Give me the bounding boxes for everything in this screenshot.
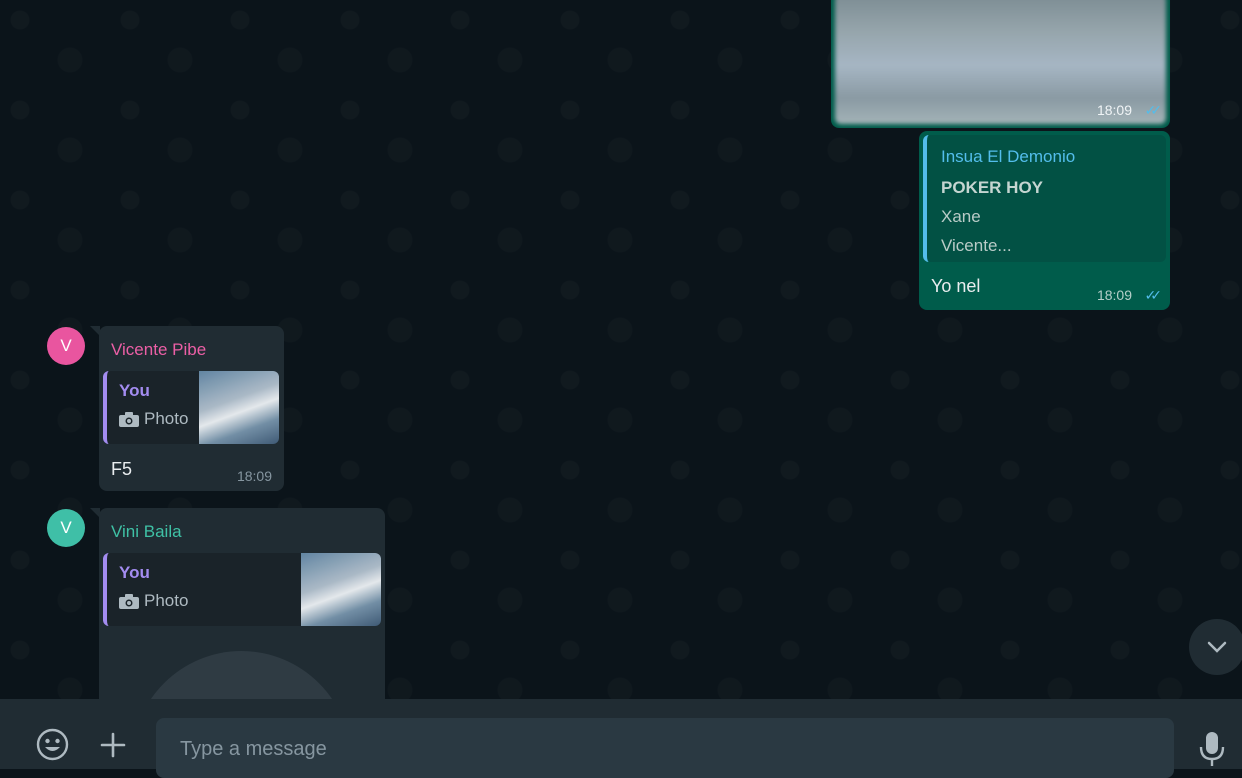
chevron-down-icon bbox=[1207, 641, 1227, 653]
sticker-placeholder[interactable] bbox=[132, 651, 351, 699]
message-text: Yo nel bbox=[931, 276, 981, 296]
outgoing-photo-message[interactable]: 18:09 ✓✓ bbox=[831, 0, 1170, 128]
quoted-author: You bbox=[119, 563, 150, 582]
emoji-icon[interactable] bbox=[36, 728, 69, 761]
message-time: 18:09 bbox=[1096, 102, 1132, 118]
message-time: 18:09 bbox=[1096, 287, 1132, 303]
plus-icon[interactable] bbox=[100, 732, 126, 758]
double-check-read-icon: ✓✓ bbox=[1144, 102, 1163, 118]
message-input-box[interactable] bbox=[156, 718, 1174, 778]
quoted-photo-thumbnail bbox=[199, 371, 279, 444]
quoted-title: POKER HOY bbox=[941, 178, 1044, 197]
avatar-letter: V bbox=[60, 518, 72, 537]
avatar[interactable]: V bbox=[47, 327, 85, 365]
avatar[interactable]: V bbox=[47, 509, 85, 547]
quoted-message[interactable]: You Photo bbox=[103, 553, 381, 626]
quoted-type: Photo bbox=[119, 409, 188, 429]
quoted-message[interactable]: Insua El Demonio POKER HOY Xane Vicente.… bbox=[923, 135, 1166, 262]
quoted-message[interactable]: You Photo bbox=[103, 371, 279, 444]
quoted-line: Xane bbox=[941, 207, 981, 226]
double-check-read-icon: ✓✓ bbox=[1144, 287, 1163, 303]
incoming-message-vicente[interactable]: Vicente Pibe You Photo F5 18:09 bbox=[99, 326, 284, 491]
outgoing-reply-message[interactable]: Insua El Demonio POKER HOY Xane Vicente.… bbox=[919, 131, 1170, 310]
quoted-type-label: Photo bbox=[144, 591, 189, 610]
message-composer bbox=[0, 699, 1242, 778]
message-time: 18:09 bbox=[236, 468, 272, 484]
message-input[interactable] bbox=[178, 737, 1156, 762]
message-text: F5 bbox=[111, 459, 133, 479]
sender-name[interactable]: Vicente Pibe bbox=[111, 340, 206, 360]
quoted-author: You bbox=[119, 381, 150, 400]
quoted-type-label: Photo bbox=[144, 409, 189, 428]
quoted-line: Vicente... bbox=[941, 236, 1012, 255]
microphone-icon[interactable] bbox=[1198, 730, 1226, 768]
quoted-sender: Insua El Demonio bbox=[941, 147, 1076, 166]
chat-panel: 18:09 ✓✓ Insua El Demonio POKER HOY Xane… bbox=[0, 0, 1242, 699]
quoted-photo-thumbnail bbox=[301, 553, 381, 626]
camera-icon bbox=[119, 411, 139, 427]
quoted-type: Photo bbox=[119, 591, 188, 611]
avatar-letter: V bbox=[60, 336, 72, 355]
sender-name[interactable]: Vini Baila bbox=[111, 522, 182, 542]
scroll-down-button[interactable] bbox=[1189, 619, 1242, 675]
incoming-message-vini[interactable]: Vini Baila You Photo bbox=[99, 508, 385, 699]
camera-icon bbox=[119, 593, 139, 609]
